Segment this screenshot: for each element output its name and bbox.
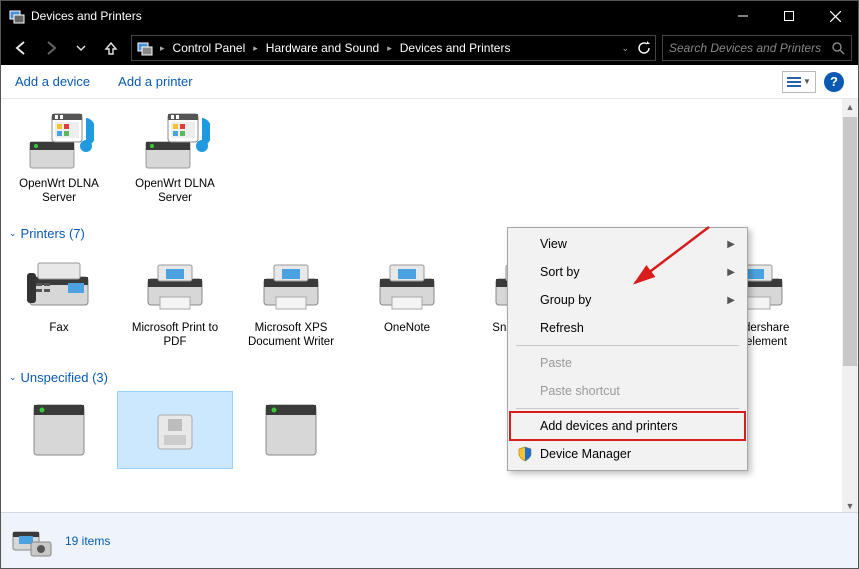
dlna-server-icon bbox=[140, 107, 210, 175]
printer-item[interactable]: Microsoft Print to PDF bbox=[117, 247, 233, 354]
item-label: OpenWrt DLNA Server bbox=[5, 177, 113, 206]
context-menu-add-devices-printers[interactable]: Add devices and printers bbox=[510, 412, 745, 440]
chevron-right-icon[interactable]: ▸ bbox=[385, 43, 394, 54]
up-button[interactable] bbox=[97, 34, 125, 62]
add-printer-link[interactable]: Add a printer bbox=[118, 74, 192, 89]
item-label: OpenWrt DLNA Server bbox=[121, 177, 229, 206]
generic-device-icon bbox=[140, 396, 210, 464]
device-item[interactable] bbox=[1, 391, 117, 469]
context-menu-device-manager[interactable]: Device Manager bbox=[510, 440, 745, 468]
status-count: 19 items bbox=[65, 534, 110, 548]
back-button[interactable] bbox=[7, 34, 35, 62]
help-button[interactable]: ? bbox=[824, 72, 844, 92]
submenu-arrow-icon: ▶ bbox=[727, 239, 735, 250]
location-icon bbox=[136, 39, 154, 57]
context-menu-refresh[interactable]: Refresh bbox=[510, 314, 745, 342]
submenu-arrow-icon: ▶ bbox=[727, 267, 735, 278]
window-icon bbox=[9, 8, 25, 24]
device-item[interactable]: OpenWrt DLNA Server bbox=[117, 103, 233, 210]
add-device-link[interactable]: Add a device bbox=[15, 74, 90, 89]
item-label: Fax bbox=[49, 321, 68, 335]
scroll-up-button[interactable]: ▲ bbox=[842, 99, 858, 115]
group-header-label: Unspecified (3) bbox=[21, 370, 108, 385]
context-menu-sort-by[interactable]: Sort by▶ bbox=[510, 258, 745, 286]
printer-item-fax[interactable]: Fax bbox=[1, 247, 117, 354]
search-input[interactable]: Search Devices and Printers bbox=[662, 35, 852, 61]
group-header-label: Printers (7) bbox=[21, 226, 85, 241]
context-menu: View▶ Sort by▶ Group by▶ Refresh Paste P… bbox=[507, 227, 748, 471]
context-menu-paste-shortcut: Paste shortcut bbox=[510, 377, 745, 405]
printer-icon bbox=[256, 251, 326, 319]
minimize-button[interactable] bbox=[720, 1, 766, 31]
printer-icon bbox=[140, 251, 210, 319]
search-placeholder: Search Devices and Printers bbox=[669, 41, 821, 55]
device-item[interactable] bbox=[117, 391, 233, 469]
item-label: Microsoft Print to PDF bbox=[121, 321, 229, 350]
window-title: Devices and Printers bbox=[31, 9, 720, 23]
status-bar: 19 items bbox=[1, 512, 858, 568]
dlna-server-icon bbox=[24, 107, 94, 175]
submenu-arrow-icon: ▶ bbox=[727, 295, 735, 306]
menu-separator bbox=[516, 345, 739, 346]
device-item[interactable]: OpenWrt DLNA Server bbox=[1, 103, 117, 210]
address-bar[interactable]: ▸ Control Panel ▸ Hardware and Sound ▸ D… bbox=[131, 35, 656, 61]
generic-device-icon bbox=[256, 395, 326, 463]
device-item[interactable] bbox=[233, 391, 349, 469]
item-label: Microsoft XPS Document Writer bbox=[237, 321, 345, 350]
collapse-icon: ⌄ bbox=[9, 228, 17, 239]
breadcrumb-devices-printers[interactable]: Devices and Printers bbox=[398, 41, 513, 55]
devices-printers-icon bbox=[11, 522, 55, 560]
refresh-button[interactable] bbox=[637, 41, 651, 55]
chevron-right-icon[interactable]: ▸ bbox=[251, 43, 260, 54]
maximize-button[interactable] bbox=[766, 1, 812, 31]
printer-item[interactable]: Microsoft XPS Document Writer bbox=[233, 247, 349, 354]
shield-icon bbox=[516, 445, 534, 463]
printer-icon bbox=[372, 251, 442, 319]
collapse-icon: ⌄ bbox=[9, 372, 17, 383]
generic-device-icon bbox=[24, 395, 94, 463]
address-dropdown-button[interactable]: ⌄ bbox=[619, 43, 631, 54]
view-options-button[interactable]: ▼ bbox=[782, 71, 816, 93]
fax-icon bbox=[24, 251, 94, 319]
chevron-right-icon[interactable]: ▸ bbox=[158, 43, 167, 54]
forward-button[interactable] bbox=[37, 34, 65, 62]
context-menu-paste: Paste bbox=[510, 349, 745, 377]
breadcrumb-control-panel[interactable]: Control Panel bbox=[171, 41, 248, 55]
search-icon bbox=[831, 41, 845, 55]
item-label: OneNote bbox=[384, 321, 430, 335]
menu-separator bbox=[516, 408, 739, 409]
close-button[interactable] bbox=[812, 1, 858, 31]
vertical-scrollbar[interactable]: ▲ ▼ bbox=[842, 99, 858, 514]
scroll-thumb[interactable] bbox=[843, 117, 857, 366]
printer-item[interactable]: OneNote bbox=[349, 247, 465, 354]
breadcrumb-hardware-sound[interactable]: Hardware and Sound bbox=[264, 41, 381, 55]
context-menu-group-by[interactable]: Group by▶ bbox=[510, 286, 745, 314]
context-menu-view[interactable]: View▶ bbox=[510, 230, 745, 258]
recent-locations-button[interactable] bbox=[67, 34, 95, 62]
